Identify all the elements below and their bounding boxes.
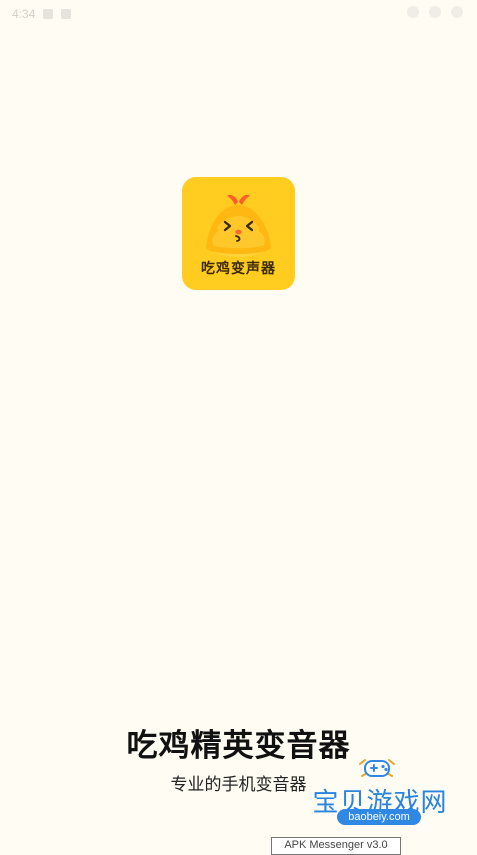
notification-icon bbox=[61, 9, 72, 19]
status-bar: 4:34 bbox=[0, 0, 477, 28]
app-icon-label: 吃鸡变声器 bbox=[201, 261, 276, 277]
wifi-icon bbox=[407, 6, 419, 18]
status-time: 4:34 bbox=[12, 7, 36, 21]
app-icon: 吃鸡变声器 bbox=[182, 177, 295, 290]
watermark-url: baobeiy.com bbox=[337, 809, 421, 825]
status-left: 4:34 bbox=[12, 7, 72, 21]
notification-icon bbox=[43, 9, 54, 19]
watermark-logo: 宝贝游戏网 baobeiy.com bbox=[305, 756, 455, 838]
apk-overlay-tag: APK Messenger v3.0 bbox=[271, 837, 401, 855]
battery-icon bbox=[451, 6, 463, 18]
status-right bbox=[407, 6, 463, 18]
signal-icon bbox=[429, 6, 441, 18]
